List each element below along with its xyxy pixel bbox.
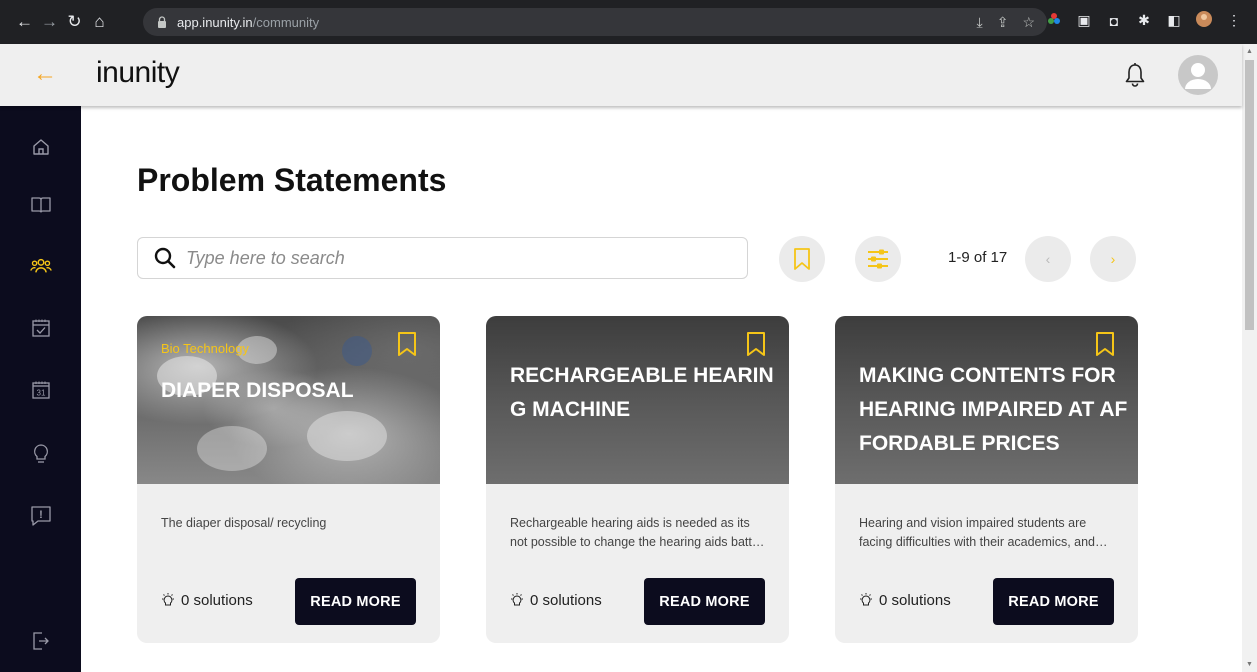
bookmarks-filter-button[interactable]: [779, 236, 825, 282]
alert-icon: !: [31, 506, 51, 526]
browser-nav: ← → ↻ ⌂: [12, 12, 112, 32]
prev-page-button[interactable]: ‹: [1025, 236, 1071, 282]
home-icon: [33, 139, 49, 155]
read-more-button[interactable]: READ MORE: [644, 578, 765, 625]
search-input[interactable]: [186, 247, 706, 269]
media-icon[interactable]: ◘: [1105, 13, 1123, 29]
reload-icon[interactable]: ↻: [62, 12, 87, 32]
card-description: The diaper disposal/ recycling: [161, 516, 327, 530]
sidebar-item-community[interactable]: [30, 255, 52, 277]
book-icon: [31, 197, 51, 213]
color-extension-icon[interactable]: [1045, 12, 1063, 29]
sidebar: 31 !: [0, 106, 81, 672]
solutions-count: 0 solutions: [161, 592, 253, 609]
browser-toolbar: ← → ↻ ⌂ app.inunity.in/community ⤓ ⇪ ☆ ▣…: [0, 0, 1257, 44]
calendar-day: 31: [37, 389, 46, 398]
card-title: MAKING CONTENTS FOR HEARING IMPAIRED AT …: [859, 364, 1128, 455]
scroll-down-icon[interactable]: ▼: [1246, 661, 1253, 668]
bookmark-icon[interactable]: [1094, 331, 1116, 357]
bookmark-icon[interactable]: [745, 331, 767, 357]
back-arrow-icon[interactable]: ←: [33, 62, 57, 86]
search-icon: [154, 247, 176, 269]
filter-button[interactable]: [855, 236, 901, 282]
bulb-icon: [34, 444, 48, 463]
sliders-icon: [868, 249, 888, 269]
sidebar-item-report[interactable]: !: [30, 505, 52, 527]
sidebar-item-home[interactable]: [30, 136, 52, 158]
people-icon: [30, 258, 52, 273]
card-category: Bio Technology: [161, 341, 249, 356]
extensions-bar: ▣ ◘ ✱ ◧ ⋮: [1045, 11, 1243, 30]
solutions-count: 0 solutions: [510, 592, 602, 609]
url-host: app.inunity.in: [177, 14, 253, 30]
solutions-label: 0 solutions: [530, 592, 602, 609]
url-path: /community: [252, 14, 320, 30]
problem-card[interactable]: Bio Technology DIAPER DISPOSAL The diape…: [137, 316, 440, 643]
solutions-label: 0 solutions: [879, 592, 951, 609]
scrollbar-thumb[interactable]: [1245, 60, 1254, 330]
home-browser-icon[interactable]: ⌂: [87, 12, 112, 32]
calendar-icon: 31: [32, 381, 50, 399]
bookmark-icon[interactable]: [396, 331, 418, 357]
back-icon[interactable]: ←: [12, 12, 37, 32]
chevron-right-icon: ›: [1110, 251, 1116, 267]
sidebar-item-tasks[interactable]: [30, 317, 52, 339]
url-text: app.inunity.in/community: [177, 15, 319, 30]
card-title: DIAPER DISPOSAL: [161, 379, 354, 402]
read-more-button[interactable]: READ MORE: [295, 578, 416, 625]
page-title: Problem Statements: [137, 162, 447, 198]
install-icon[interactable]: ⤓: [977, 14, 983, 31]
puzzle-icon[interactable]: ✱: [1135, 12, 1153, 29]
read-more-button[interactable]: READ MORE: [993, 578, 1114, 625]
sidebar-item-calendar[interactable]: 31: [30, 379, 52, 401]
avatar[interactable]: [1178, 55, 1218, 95]
address-bar[interactable]: app.inunity.in/community ⤓ ⇪ ☆: [143, 8, 1047, 36]
solutions-count: 0 solutions: [859, 592, 951, 609]
bulb-icon: [511, 592, 523, 605]
search-box[interactable]: [137, 237, 748, 279]
next-page-button[interactable]: ›: [1090, 236, 1136, 282]
scroll-up-icon[interactable]: ▲: [1246, 48, 1253, 55]
sidebar-item-ideas[interactable]: [30, 443, 52, 465]
user-icon: [1185, 63, 1211, 89]
solutions-label: 0 solutions: [181, 592, 253, 609]
card-description: Hearing and vision impaired students are…: [859, 516, 1095, 549]
profile-browser-icon[interactable]: [1195, 11, 1213, 30]
alert-glyph: !: [39, 509, 43, 521]
calendar-check-icon: [32, 319, 50, 337]
bookmark-icon: [794, 248, 810, 270]
bulb-icon: [162, 592, 174, 605]
brand-logo[interactable]: inunity: [96, 56, 180, 90]
share-icon[interactable]: ⇪: [997, 14, 1009, 31]
forward-icon[interactable]: →: [37, 12, 62, 32]
star-icon[interactable]: ☆: [1022, 14, 1035, 31]
bell-icon[interactable]: [1124, 62, 1146, 88]
logout-icon: [33, 632, 49, 650]
page-scrollbar[interactable]: ▲ ▼: [1242, 44, 1257, 672]
app-header: ← inunity: [0, 44, 1242, 106]
menu-dots-icon[interactable]: ⋮: [1225, 12, 1243, 29]
omnibox-actions: ⤓ ⇪ ☆: [977, 14, 1036, 31]
chevron-left-icon: ‹: [1045, 251, 1051, 267]
extension-icon[interactable]: ▣: [1075, 12, 1093, 29]
sidebar-item-learn[interactable]: [30, 194, 52, 216]
card-title: RECHARGEABLE HEARING MACHINE: [510, 364, 774, 421]
pagination-range: 1-9 of 17: [948, 249, 1008, 266]
problem-card[interactable]: MAKING CONTENTS FOR HEARING IMPAIRED AT …: [835, 316, 1138, 643]
lock-icon: [158, 16, 166, 28]
bulb-icon: [860, 592, 872, 605]
problem-card[interactable]: RECHARGEABLE HEARING MACHINE Rechargeabl…: [486, 316, 789, 643]
card-description: Rechargeable hearing aids is needed as i…: [510, 516, 770, 549]
sidebar-item-logout[interactable]: [30, 630, 52, 652]
sidepanel-icon[interactable]: ◧: [1165, 12, 1183, 29]
